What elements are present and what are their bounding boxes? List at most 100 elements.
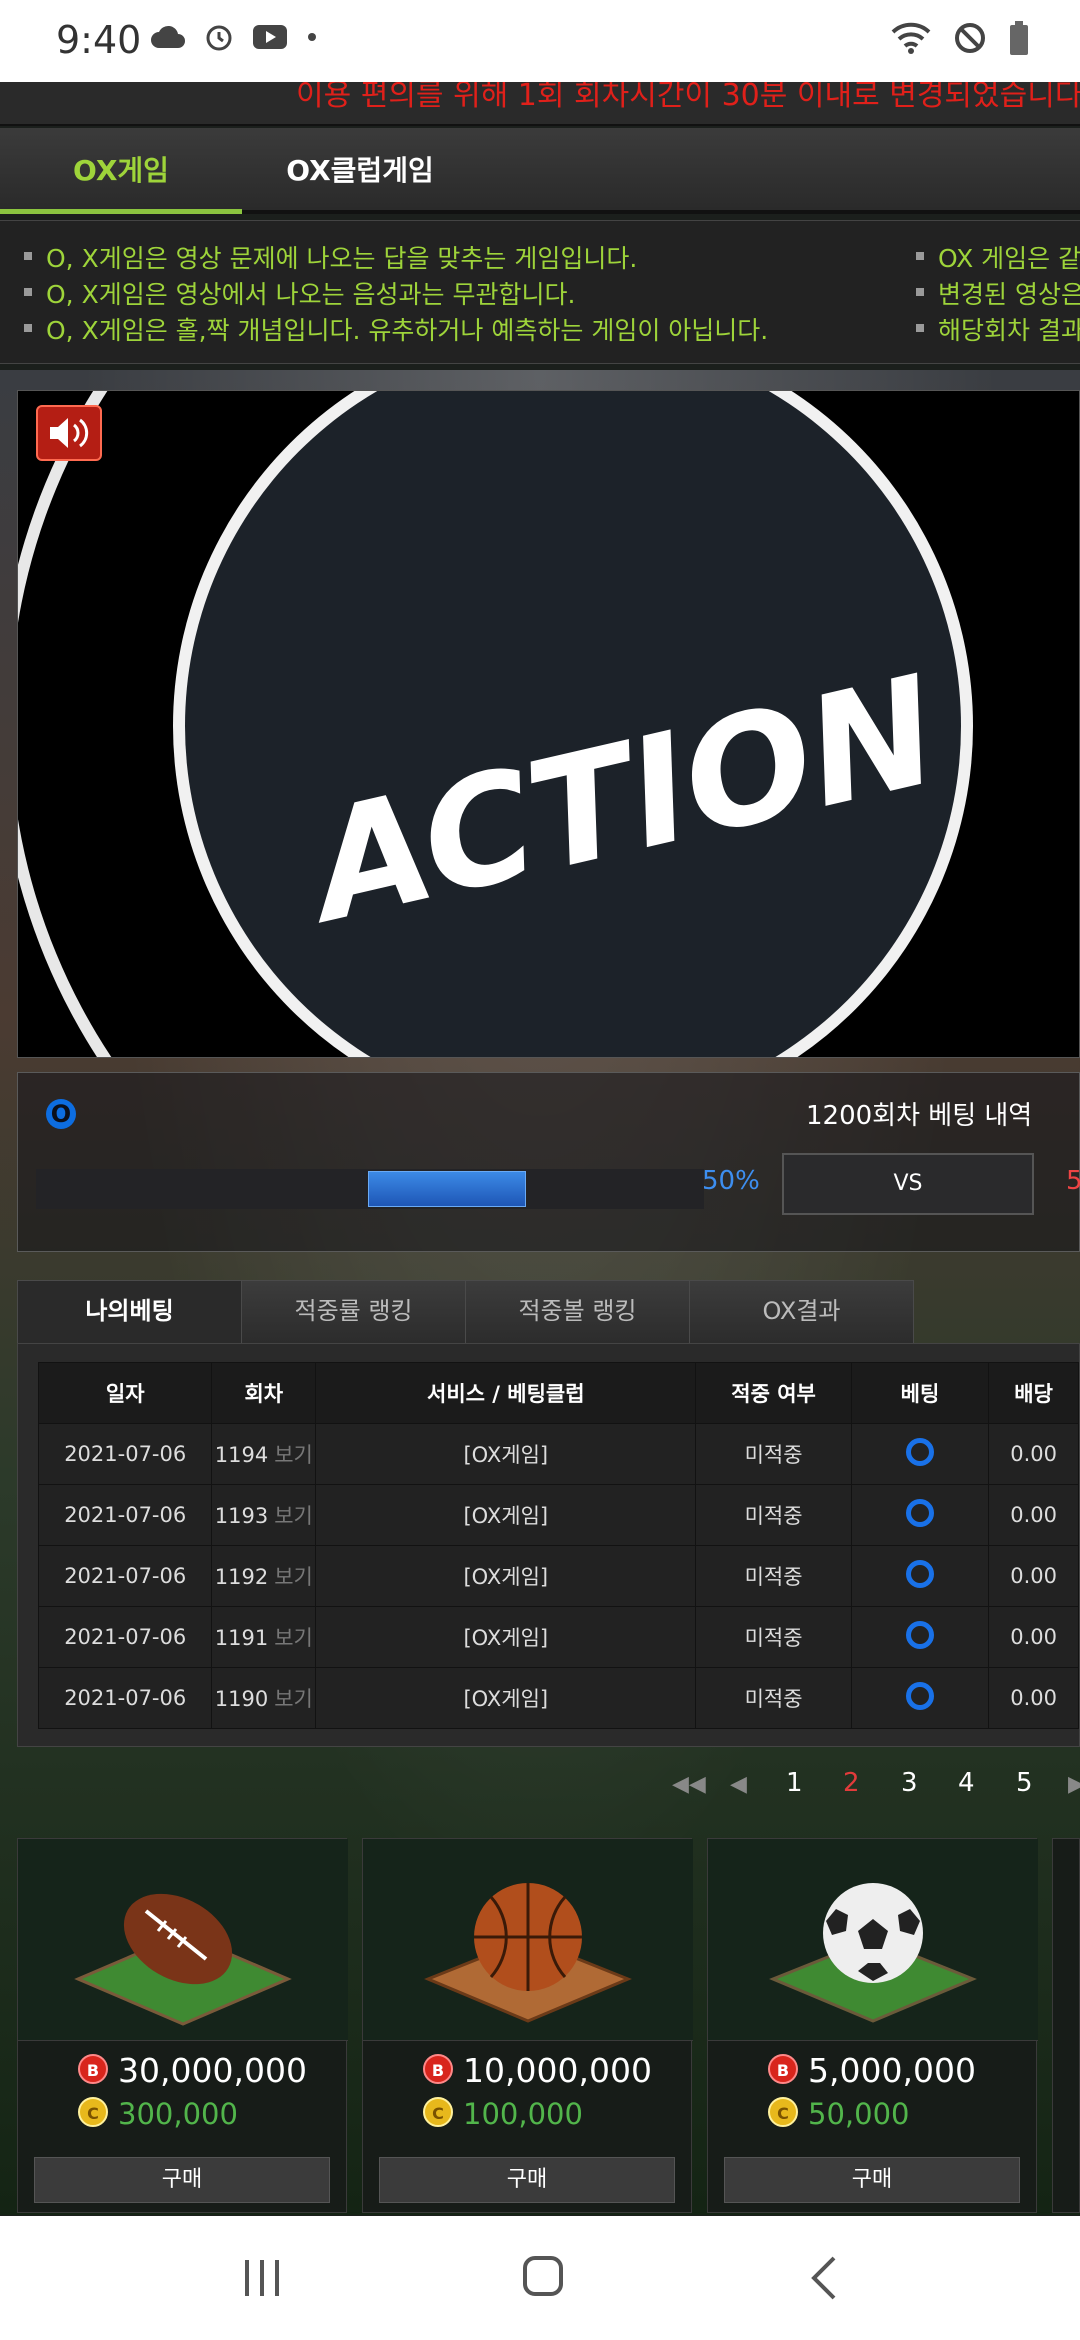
wifi-icon xyxy=(891,22,931,54)
product-card-partial xyxy=(1052,1838,1080,2213)
cell-service: [OX게임] xyxy=(315,1484,697,1546)
sound-toggle-button[interactable] xyxy=(36,405,102,461)
recent-apps-button[interactable] xyxy=(192,2216,332,2340)
cell-result: 미적중 xyxy=(695,1545,852,1607)
cell-service: [OX게임] xyxy=(315,1423,697,1485)
point-price: C 100,000 xyxy=(423,2097,693,2137)
tab-ox-results[interactable]: OX결과 xyxy=(689,1280,914,1344)
col-service: 서비스 / 베팅클럽 xyxy=(315,1362,697,1424)
product-card: B 30,000,000 C 300,000 구매 xyxy=(17,1838,348,2213)
ball-price-value: 5,000,000 xyxy=(808,2051,976,2090)
notice-line: O, X게임은 영상에서 나오는 음성과는 무관합니다. xyxy=(24,275,575,311)
cell-odds: 0.00 xyxy=(988,1606,1079,1668)
ball-price-value: 30,000,000 xyxy=(118,2051,307,2090)
cell-date: 2021-07-06 xyxy=(37,1606,213,1668)
rules-notice-box: O, X게임은 영상 문제에 나오는 답을 맞추는 게임입니다. O, X게임은… xyxy=(0,220,1080,364)
status-time: 9:40 xyxy=(56,18,142,62)
cell-odds: 0.00 xyxy=(988,1423,1079,1485)
view-link[interactable]: 보기 xyxy=(274,1626,313,1650)
c-coin-icon: C xyxy=(768,2097,798,2127)
cell-result: 미적중 xyxy=(695,1667,852,1729)
notice-line: O, X게임은 홀,짝 개념입니다. 유추하거나 예측하는 게임이 아닙니다. xyxy=(24,311,768,347)
point-price: C 50,000 xyxy=(768,2097,1038,2137)
vs-badge: VS xyxy=(782,1153,1034,1215)
point-price-value: 100,000 xyxy=(463,2097,583,2131)
soccer-ball-icon xyxy=(823,1883,923,1983)
tab-hit-rate-ranking[interactable]: 적중률 랭킹 xyxy=(241,1280,466,1344)
o-bet-icon xyxy=(905,1559,934,1588)
product-image xyxy=(18,1839,348,2041)
home-button[interactable] xyxy=(473,2216,613,2340)
round-number: 1192 xyxy=(214,1565,269,1589)
view-link[interactable]: 보기 xyxy=(274,1687,313,1711)
status-icons-right xyxy=(890,20,1030,56)
buy-button[interactable]: 구매 xyxy=(379,2157,675,2203)
cell-date: 2021-07-06 xyxy=(37,1545,213,1607)
system-nav-bar xyxy=(0,2216,1080,2340)
cell-round: 1191 보기 xyxy=(211,1606,317,1668)
video-frame: ACTION xyxy=(18,391,1079,1057)
home-icon xyxy=(523,2256,563,2296)
ball-price-value: 10,000,000 xyxy=(463,2051,652,2090)
table-row: 2021-07-06 1191 보기 [OX게임] 미적중 0.00 xyxy=(37,1606,1079,1668)
pagination: ◀◀ ◀ 1 2 3 4 5 ▶ xyxy=(660,1768,1080,1808)
betting-tabs: 나의베팅 적중률 랭킹 적중볼 랭킹 OX결과 xyxy=(17,1280,1080,1344)
point-price: C 300,000 xyxy=(78,2097,348,2137)
betting-status-panel: O 1200회차 베팅 내역 50% VS 5 xyxy=(17,1072,1080,1252)
cell-service: [OX게임] xyxy=(315,1667,697,1729)
notice-line: OX 게임은 같은 xyxy=(916,239,1080,275)
c-coin-icon: C xyxy=(423,2097,453,2127)
o-bet-icon xyxy=(905,1437,934,1466)
notice-ticker: 이용 편의를 위해 1회 회차시간이 30분 이내로 변경되었습니다. 이용편의 xyxy=(0,82,1080,126)
buy-button[interactable]: 구매 xyxy=(34,2157,330,2203)
betting-history-title: 1200회차 베팅 내역 xyxy=(806,1101,1033,1131)
page-3[interactable]: 3 xyxy=(901,1768,918,1798)
round-number: 1191 xyxy=(214,1626,269,1650)
buy-button[interactable]: 구매 xyxy=(724,2157,1020,2203)
round-number: 1194 xyxy=(214,1443,269,1467)
cell-result: 미적중 xyxy=(695,1423,852,1485)
recent-apps-icon xyxy=(245,2260,279,2296)
cell-result: 미적중 xyxy=(695,1484,852,1546)
cell-round: 1192 보기 xyxy=(211,1545,317,1607)
view-link[interactable]: 보기 xyxy=(274,1504,313,1528)
page-5[interactable]: 5 xyxy=(1016,1768,1033,1798)
cell-date: 2021-07-06 xyxy=(37,1484,213,1546)
round-number: 1190 xyxy=(214,1687,269,1711)
page-2[interactable]: 2 xyxy=(843,1768,860,1798)
cell-round: 1194 보기 xyxy=(211,1423,317,1485)
tab-hit-ball-ranking[interactable]: 적중볼 랭킹 xyxy=(465,1280,690,1344)
cell-service: [OX게임] xyxy=(315,1606,697,1668)
next-page-icon[interactable]: ▶ xyxy=(1068,1772,1080,1797)
speaker-icon xyxy=(50,418,89,448)
tab-my-betting[interactable]: 나의베팅 xyxy=(17,1280,242,1344)
x-ratio-percent: 5 xyxy=(1066,1166,1080,1196)
back-button[interactable] xyxy=(754,2216,894,2340)
tab-ox-game[interactable]: OX게임 xyxy=(0,128,242,214)
col-bet: 베팅 xyxy=(850,1362,990,1424)
table-row: 2021-07-06 1192 보기 [OX게임] 미적중 0.00 xyxy=(37,1545,1079,1607)
o-bet-icon xyxy=(905,1620,934,1649)
o-choice-marker: O xyxy=(46,1099,76,1129)
view-link[interactable]: 보기 xyxy=(274,1443,313,1467)
view-link[interactable]: 보기 xyxy=(274,1565,313,1589)
cell-odds: 0.00 xyxy=(988,1484,1079,1546)
cell-odds: 0.00 xyxy=(988,1545,1079,1607)
table-row: 2021-07-06 1194 보기 [OX게임] 미적중 0.00 xyxy=(37,1423,1079,1485)
ticker-text: 이용 편의를 위해 1회 회차시간이 30분 이내로 변경되었습니다. 이용편의 xyxy=(296,82,1080,113)
cell-bet xyxy=(850,1606,990,1668)
first-page-icon[interactable]: ◀◀ xyxy=(672,1772,706,1797)
cell-date: 2021-07-06 xyxy=(37,1423,213,1485)
my-betting-panel: 일자 회차 서비스 / 베팅클럽 적중 여부 베팅 배당 2021-07-06 … xyxy=(17,1343,1080,1747)
table-header-row: 일자 회차 서비스 / 베팅클럽 적중 여부 베팅 배당 xyxy=(37,1362,1079,1424)
o-ratio-bar xyxy=(36,1169,704,1209)
do-not-disturb-icon xyxy=(955,23,985,53)
page-1[interactable]: 1 xyxy=(786,1768,803,1798)
page-4[interactable]: 4 xyxy=(958,1768,975,1798)
product-image xyxy=(708,1839,1038,2041)
cell-date: 2021-07-06 xyxy=(37,1667,213,1729)
prev-page-icon[interactable]: ◀ xyxy=(730,1772,747,1797)
tab-ox-club-game[interactable]: OX클럽게임 xyxy=(250,128,470,214)
ball-price: B 30,000,000 xyxy=(78,2051,348,2091)
game-video[interactable]: ACTION xyxy=(17,390,1080,1058)
